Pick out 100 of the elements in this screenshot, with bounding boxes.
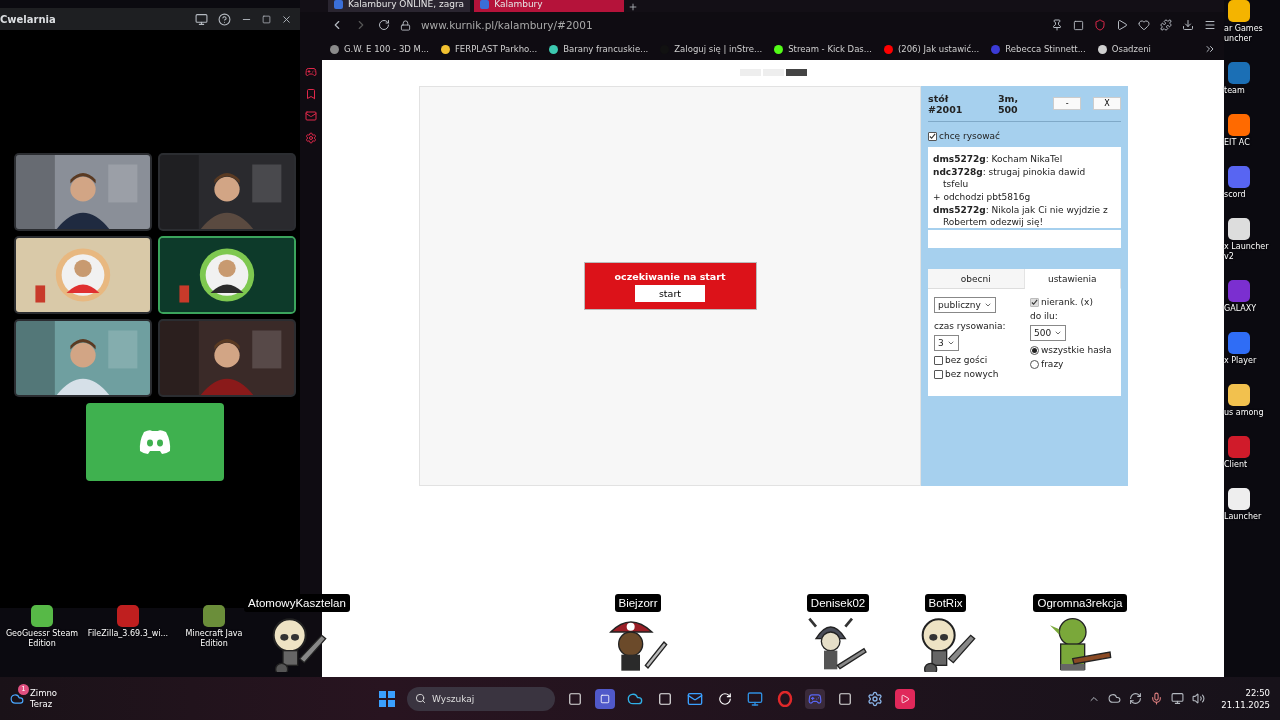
app-icon[interactable]	[1228, 114, 1250, 136]
chat-message: dms5272g: Kocham NikaTel	[933, 153, 1064, 165]
icon-label: ar Games uncher	[1224, 24, 1264, 44]
browser-tab[interactable]: Kalambury	[474, 0, 625, 12]
window-title: Cwelarnia	[0, 13, 56, 25]
play-icon[interactable]	[1116, 19, 1128, 31]
address-field[interactable]: www.kurnik.pl/kalambury/#2001	[421, 19, 593, 31]
checkbox-label: nierank. (x)	[1041, 297, 1093, 307]
app-icon[interactable]	[1228, 0, 1250, 22]
caret-icon	[983, 301, 992, 309]
status-text: oczekiwanie na start	[614, 270, 726, 282]
mail-icon[interactable]	[305, 110, 317, 122]
pin-icon[interactable]	[1051, 19, 1063, 31]
heart-icon[interactable]	[1138, 19, 1150, 31]
weather-time: Teraz	[30, 698, 54, 710]
tab[interactable]: obecni	[928, 269, 1025, 289]
search-field[interactable]: Wyszukaj	[407, 686, 556, 711]
bookmark[interactable]: Zaloguj się | inStre...	[660, 44, 763, 54]
checkbox-label: bez nowych	[945, 369, 999, 379]
icon-label: x Launcher v2	[1224, 242, 1270, 262]
volume-icon[interactable]	[1192, 692, 1206, 705]
bookmark[interactable]: (206) Jak ustawić...	[883, 44, 980, 54]
bookmark[interactable]: FERPLAST Parkho...	[441, 44, 538, 54]
download-icon[interactable]	[1182, 19, 1194, 31]
select-field[interactable]: 500	[1030, 325, 1067, 341]
icon-label: Client	[1224, 460, 1249, 470]
bookmark[interactable]: Osadzeni	[1097, 44, 1151, 54]
tab[interactable]: ustawienia	[1024, 269, 1121, 289]
radio-button[interactable]	[1030, 345, 1039, 355]
reload-icon[interactable]	[378, 19, 390, 31]
browser-tab[interactable]: Kalambury ONLINE, zagra	[328, 0, 471, 12]
field-label: czas rysowania:	[934, 321, 1006, 331]
radio-label: wszystkie hasła	[1041, 345, 1112, 355]
bookmark[interactable]: Barany francuskie...	[549, 44, 649, 54]
select-field[interactable]: 3	[934, 335, 959, 351]
radio-label: frazy	[1041, 359, 1064, 369]
bookmark-icon[interactable]	[305, 88, 317, 100]
icon-label: GALAXY	[1224, 304, 1258, 314]
minimize-button[interactable]: -	[1053, 97, 1082, 110]
checkbox[interactable]	[934, 355, 943, 365]
checkbox-label: bez gości	[945, 355, 988, 365]
app-icon[interactable]	[31, 605, 53, 627]
close-icon[interactable]	[281, 13, 292, 25]
help-icon[interactable]	[218, 12, 231, 26]
clock-time: 22:50	[1245, 686, 1270, 699]
bookmark[interactable]: G.W. E 100 - 3D M...	[330, 44, 429, 54]
shield-icon[interactable]	[1094, 19, 1106, 31]
screen-share-icon[interactable]	[195, 12, 208, 26]
icon-label: FileZilla_3.69.3_wi...	[86, 629, 170, 639]
maximize-icon[interactable]	[262, 14, 271, 24]
icon-label: Minecraft Java Edition	[184, 629, 244, 649]
table-title: stół #2001	[928, 92, 964, 115]
app-icon[interactable]	[1228, 218, 1250, 240]
player-name: AtomowyKasztelan	[244, 594, 350, 612]
icon-label: team	[1224, 86, 1246, 96]
caret-icon	[1054, 329, 1063, 337]
bookmark[interactable]: Rebecca Stinnett...	[991, 44, 1086, 54]
sync-icon[interactable]	[1129, 692, 1143, 705]
search-icon	[415, 693, 427, 704]
page-indicator	[786, 69, 807, 76]
app-icon[interactable]	[1228, 488, 1250, 510]
chat-message: dms5272g: Nikola jak Ci nie wyjdzie z Robertem odezwij się!	[933, 204, 1109, 228]
chat-message: + odchodzi pbt5816g	[933, 191, 1032, 203]
player-name: Biejzorr	[614, 594, 662, 612]
chat-message: ndc3728g: strugaj pinokia dawid tsfelu	[933, 166, 1087, 190]
start-icon[interactable]	[377, 688, 398, 709]
more-bookmarks-icon[interactable]	[1204, 43, 1216, 55]
start-button[interactable]: start	[635, 284, 705, 302]
weather-text: Zimno	[30, 687, 58, 699]
extensions-icon[interactable]	[1160, 19, 1172, 31]
lock-icon	[400, 19, 411, 31]
icon-label: x Player	[1224, 356, 1258, 366]
microphone-icon[interactable]	[1150, 692, 1164, 705]
select-field[interactable]: publiczny	[934, 297, 996, 313]
close-button[interactable]: X	[1093, 97, 1121, 110]
clock-date: 21.11.2025	[1221, 698, 1270, 711]
checkbox[interactable]	[934, 369, 943, 379]
bookmark[interactable]: Stream - Kick Das...	[774, 44, 872, 54]
player-name: Denisek02	[806, 594, 870, 612]
network-icon[interactable]	[1171, 692, 1185, 705]
player-name: BotRix	[924, 594, 967, 612]
checkbox[interactable]	[928, 131, 937, 141]
controller-icon[interactable]	[305, 66, 317, 78]
discord-logo-icon	[138, 429, 172, 455]
icon-label: GeoGuessr Steam Edition	[4, 629, 80, 649]
player-name: Ogromna3rekcja	[1033, 594, 1127, 612]
icon-label: us among	[1224, 408, 1265, 418]
cloud-icon[interactable]	[1108, 692, 1122, 705]
icon-label: EIT AC	[1224, 138, 1251, 148]
icon-label: scord	[1224, 190, 1247, 200]
field-label: do ilu:	[1030, 311, 1058, 321]
table-info: 3m, 500	[997, 92, 1019, 115]
chat-input[interactable]	[928, 230, 1121, 248]
caret-icon	[946, 339, 955, 347]
menu-icon[interactable]	[1204, 19, 1216, 31]
radio-button[interactable]	[1030, 359, 1039, 369]
icon-label: Launcher	[1224, 512, 1263, 522]
app-icon[interactable]	[1228, 384, 1250, 406]
new-tab-icon[interactable]	[628, 2, 639, 12]
checkbox-label: chcę rysować	[939, 131, 1001, 141]
